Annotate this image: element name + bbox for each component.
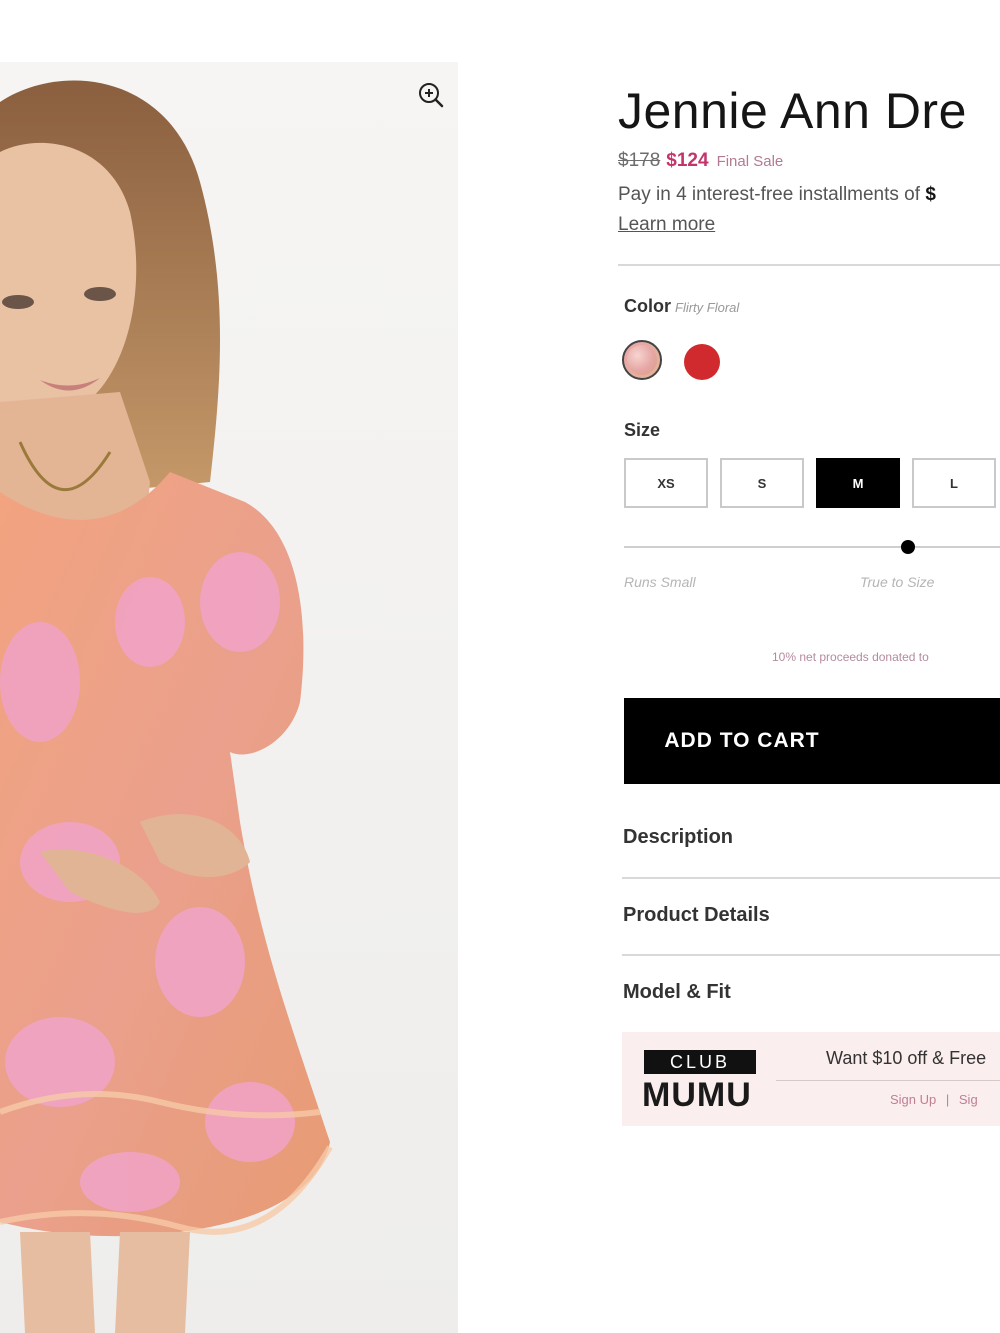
fit-scale-track	[624, 546, 1000, 548]
learn-more-link[interactable]: Learn more	[618, 214, 715, 236]
color-swatch-flirty-floral[interactable]	[622, 340, 662, 380]
divider	[618, 264, 1000, 266]
installments-amount: $	[925, 184, 936, 205]
installments-text: Pay in 4 interest-free installments of $	[618, 184, 936, 206]
final-sale-note: Final Sale	[716, 153, 784, 170]
club-mumu-banner: CLUB MUMU Want $10 off & Free Sign Up | …	[622, 1032, 1000, 1126]
product-title: Jennie Ann Dre	[618, 83, 967, 139]
color-label-text: Color	[624, 296, 671, 316]
price-row: $178 $124 Final Sale	[618, 150, 783, 172]
divider	[622, 954, 1000, 956]
accordion-description[interactable]: Description	[623, 826, 733, 849]
zoom-button[interactable]	[414, 78, 448, 112]
size-option-l[interactable]: L	[912, 458, 996, 508]
donation-note: 10% net proceeds donated to	[772, 650, 929, 664]
club-promo-text: Want $10 off & Free	[826, 1048, 987, 1068]
fit-runs-small-label: Runs Small	[624, 574, 696, 590]
fit-scale-marker	[901, 540, 915, 554]
club-name: MUMU	[642, 1076, 752, 1114]
add-to-cart-button[interactable]: ADD TO CART	[624, 698, 1000, 784]
club-signin-link[interactable]: Sig	[959, 1092, 978, 1107]
product-image[interactable]	[0, 62, 458, 1333]
sale-price: $124	[666, 150, 709, 171]
divider	[622, 877, 1000, 879]
model-photo-illustration	[0, 80, 333, 1333]
club-links: Sign Up | Sig	[890, 1092, 978, 1107]
size-option-m[interactable]: M	[816, 458, 900, 508]
product-info-panel: Jennie Ann Dre $178 $124 Final Sale Pay in…	[618, 0, 1000, 1333]
club-link-separator: |	[945, 1092, 950, 1107]
accordion-model-fit[interactable]: Model & Fit	[623, 981, 731, 1004]
club-badge: CLUB	[644, 1050, 756, 1074]
zoom-in-icon	[419, 83, 444, 108]
club-signup-link[interactable]: Sign Up	[890, 1092, 936, 1107]
color-swatch-red[interactable]	[684, 344, 720, 380]
size-option-xs[interactable]: XS	[624, 458, 708, 508]
size-option-s[interactable]: S	[720, 458, 804, 508]
fit-true-to-size-label: True to Size	[860, 574, 935, 590]
selected-color-name: Flirty Floral	[675, 300, 740, 315]
club-divider	[776, 1080, 1000, 1081]
original-price: $178	[618, 150, 661, 171]
color-label: Color Flirty Floral	[624, 296, 739, 317]
size-label: Size	[624, 420, 661, 440]
accordion-product-details[interactable]: Product Details	[623, 904, 770, 927]
installments-label: Pay in 4 interest-free installments of	[618, 184, 921, 205]
